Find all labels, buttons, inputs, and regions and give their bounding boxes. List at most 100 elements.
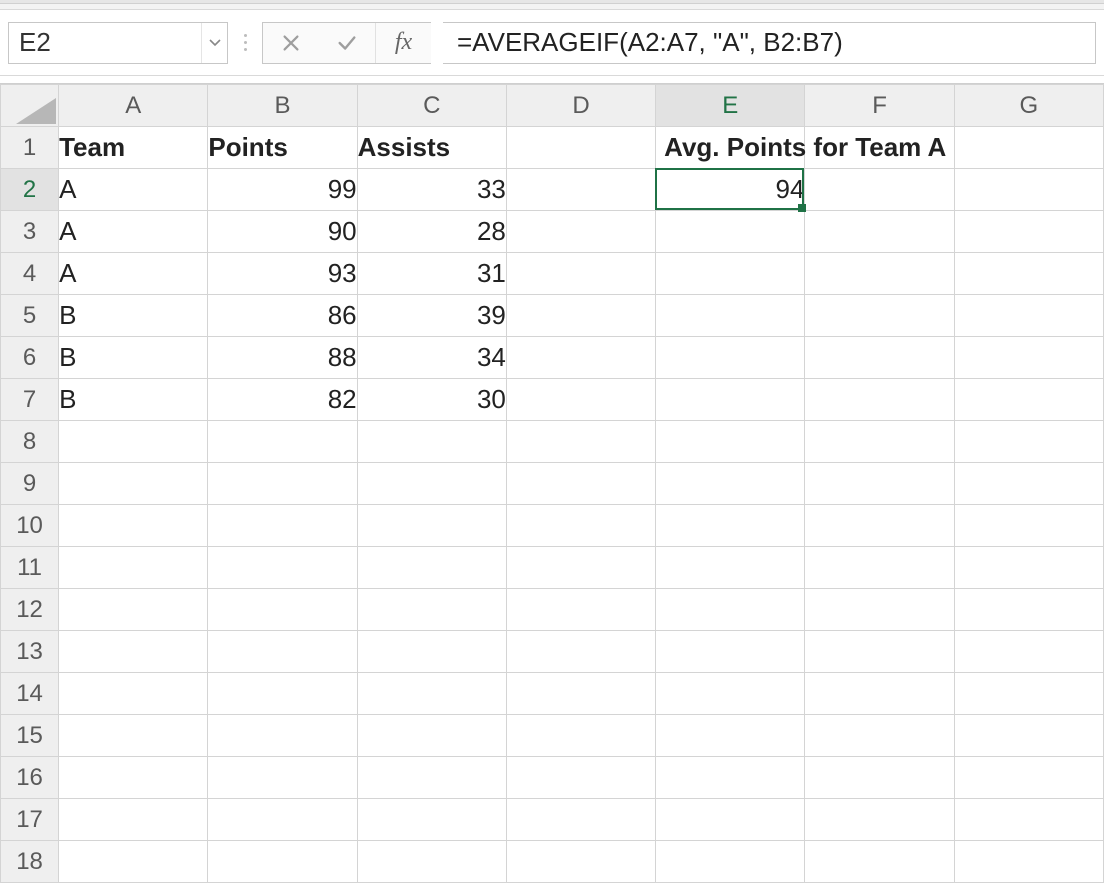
cell-E15[interactable]	[656, 715, 805, 757]
cell-D15[interactable]	[506, 715, 655, 757]
spreadsheet-grid[interactable]: ABCDEFG1TeamPointsAssistsAvg. Points for…	[0, 84, 1104, 885]
cell-C15[interactable]	[357, 715, 506, 757]
cell-B18[interactable]	[208, 841, 357, 883]
col-header-F[interactable]: F	[805, 85, 954, 127]
name-box-dropdown[interactable]	[201, 23, 227, 63]
cell-D18[interactable]	[506, 841, 655, 883]
cell-D4[interactable]	[506, 253, 655, 295]
cell-C13[interactable]	[357, 631, 506, 673]
cell-C7[interactable]: 30	[357, 379, 506, 421]
cell-A11[interactable]	[59, 547, 208, 589]
row-header-6[interactable]: 6	[1, 337, 59, 379]
cell-C4[interactable]: 31	[357, 253, 506, 295]
cell-F2[interactable]	[805, 169, 954, 211]
cell-G18[interactable]	[954, 841, 1103, 883]
cell-D13[interactable]	[506, 631, 655, 673]
cell-E2[interactable]: 94	[656, 169, 805, 211]
cell-A7[interactable]: B	[59, 379, 208, 421]
row-header-11[interactable]: 11	[1, 547, 59, 589]
cell-C11[interactable]	[357, 547, 506, 589]
cell-D10[interactable]	[506, 505, 655, 547]
cell-E13[interactable]	[656, 631, 805, 673]
cell-C17[interactable]	[357, 799, 506, 841]
cell-E7[interactable]	[656, 379, 805, 421]
cell-D3[interactable]	[506, 211, 655, 253]
cell-E17[interactable]	[656, 799, 805, 841]
cell-F8[interactable]	[805, 421, 954, 463]
cell-C12[interactable]	[357, 589, 506, 631]
row-header-9[interactable]: 9	[1, 463, 59, 505]
cell-C1[interactable]: Assists	[357, 127, 506, 169]
formula-bar-drag-handle[interactable]	[240, 22, 250, 64]
cell-E18[interactable]	[656, 841, 805, 883]
cell-F18[interactable]	[805, 841, 954, 883]
cell-G5[interactable]	[954, 295, 1103, 337]
cell-A5[interactable]: B	[59, 295, 208, 337]
cell-F12[interactable]	[805, 589, 954, 631]
cell-F3[interactable]	[805, 211, 954, 253]
row-header-8[interactable]: 8	[1, 421, 59, 463]
cell-C18[interactable]	[357, 841, 506, 883]
cell-D1[interactable]	[506, 127, 655, 169]
cell-D7[interactable]	[506, 379, 655, 421]
cell-D8[interactable]	[506, 421, 655, 463]
cell-G13[interactable]	[954, 631, 1103, 673]
cell-F11[interactable]	[805, 547, 954, 589]
col-header-G[interactable]: G	[954, 85, 1103, 127]
cell-C6[interactable]: 34	[357, 337, 506, 379]
cell-E11[interactable]	[656, 547, 805, 589]
cell-C10[interactable]	[357, 505, 506, 547]
cell-F4[interactable]	[805, 253, 954, 295]
cell-A12[interactable]	[59, 589, 208, 631]
cell-E10[interactable]	[656, 505, 805, 547]
cell-C14[interactable]	[357, 673, 506, 715]
cell-E6[interactable]	[656, 337, 805, 379]
cell-A10[interactable]	[59, 505, 208, 547]
cell-F7[interactable]	[805, 379, 954, 421]
row-header-1[interactable]: 1	[1, 127, 59, 169]
cell-F15[interactable]	[805, 715, 954, 757]
formula-input[interactable]: =AVERAGEIF(A2:A7, "A", B2:B7)	[443, 22, 1096, 64]
cell-G2[interactable]	[954, 169, 1103, 211]
cell-B2[interactable]: 99	[208, 169, 357, 211]
row-header-15[interactable]: 15	[1, 715, 59, 757]
cancel-button[interactable]	[263, 23, 319, 63]
cell-B3[interactable]: 90	[208, 211, 357, 253]
cell-G3[interactable]	[954, 211, 1103, 253]
cell-E12[interactable]	[656, 589, 805, 631]
row-header-12[interactable]: 12	[1, 589, 59, 631]
cell-A1[interactable]: Team	[59, 127, 208, 169]
cell-E14[interactable]	[656, 673, 805, 715]
row-header-14[interactable]: 14	[1, 673, 59, 715]
row-header-10[interactable]: 10	[1, 505, 59, 547]
cell-E5[interactable]	[656, 295, 805, 337]
cell-C2[interactable]: 33	[357, 169, 506, 211]
cell-B8[interactable]	[208, 421, 357, 463]
cell-E4[interactable]	[656, 253, 805, 295]
cell-D9[interactable]	[506, 463, 655, 505]
cell-B17[interactable]	[208, 799, 357, 841]
cell-B11[interactable]	[208, 547, 357, 589]
cell-D12[interactable]	[506, 589, 655, 631]
cell-D16[interactable]	[506, 757, 655, 799]
cell-A17[interactable]	[59, 799, 208, 841]
cell-F14[interactable]	[805, 673, 954, 715]
cell-B12[interactable]	[208, 589, 357, 631]
cell-F5[interactable]	[805, 295, 954, 337]
cell-B4[interactable]: 93	[208, 253, 357, 295]
cell-C3[interactable]: 28	[357, 211, 506, 253]
cell-G17[interactable]	[954, 799, 1103, 841]
cell-E1[interactable]: Avg. Points for Team A	[656, 127, 805, 169]
cell-A16[interactable]	[59, 757, 208, 799]
cell-E3[interactable]	[656, 211, 805, 253]
col-header-D[interactable]: D	[506, 85, 655, 127]
col-header-E[interactable]: E	[656, 85, 805, 127]
cell-A4[interactable]: A	[59, 253, 208, 295]
cell-A18[interactable]	[59, 841, 208, 883]
cell-G6[interactable]	[954, 337, 1103, 379]
cell-A14[interactable]	[59, 673, 208, 715]
select-all-button[interactable]	[1, 85, 59, 127]
cell-C9[interactable]	[357, 463, 506, 505]
cell-G12[interactable]	[954, 589, 1103, 631]
cell-D17[interactable]	[506, 799, 655, 841]
